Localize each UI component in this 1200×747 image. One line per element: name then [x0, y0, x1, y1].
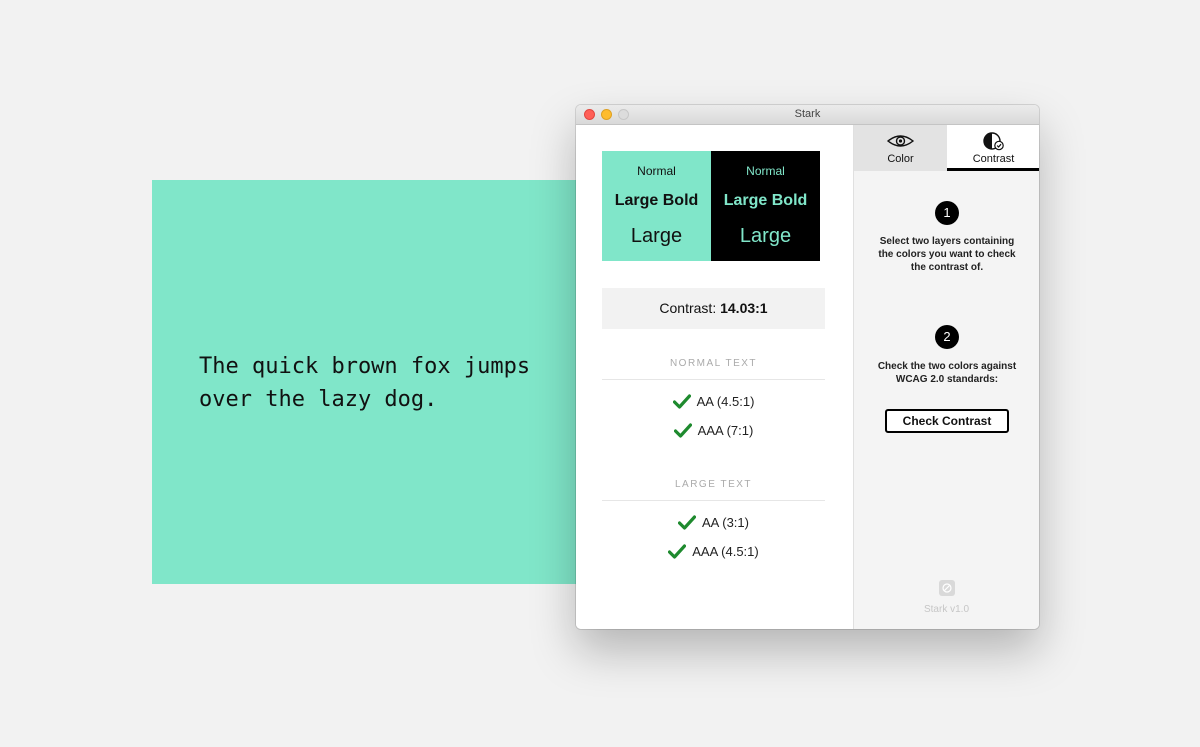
- sample-artboard: The quick brown fox jumps over the lazy …: [152, 180, 592, 584]
- checkmark-icon: [673, 423, 692, 438]
- checkmark-icon: [672, 394, 691, 409]
- preview-dark: Normal Large Bold Large: [711, 151, 820, 261]
- contrast-label: Contrast:: [659, 300, 717, 316]
- contrast-ratio: 14.03:1: [720, 300, 768, 316]
- normal-aaa-label: AAA (7:1): [697, 423, 754, 439]
- normal-aa-label: AA (4.5:1): [696, 394, 755, 410]
- stark-logo-icon: [942, 583, 952, 593]
- preview-dark-large-bold: Large Bold: [723, 192, 808, 209]
- contrast-ratio-box: Contrast: 14.03:1: [602, 288, 825, 329]
- eye-icon: [886, 135, 915, 147]
- large-aa-row: AA (3:1): [602, 514, 825, 530]
- window-title: Stark: [794, 108, 821, 120]
- stark-logo: [939, 580, 955, 596]
- sample-text: The quick brown fox jumps over the lazy …: [199, 354, 531, 412]
- normal-aa-row: AA (4.5:1): [602, 393, 825, 409]
- tab-color-label: Color: [887, 153, 914, 165]
- large-text-heading: LARGE TEXT: [674, 479, 753, 490]
- sidebar-pane: Color Contrast 1 Select two layers conta…: [853, 125, 1039, 629]
- check-contrast-button[interactable]: Check Contrast: [885, 409, 1009, 433]
- tab-contrast-label: Contrast: [972, 153, 1015, 165]
- normal-text-heading: NORMAL TEXT: [669, 358, 758, 369]
- step-2-badge: 2: [935, 325, 959, 349]
- preview-light-large-bold: Large Bold: [614, 192, 699, 209]
- checkmark-icon: [678, 515, 697, 530]
- contrast-icon: [983, 132, 1004, 151]
- large-aa-label: AA (3:1): [702, 515, 749, 531]
- preview-light-large: Large: [630, 225, 683, 247]
- contrast-preview: Normal Large Bold Large Normal Large Bol…: [602, 151, 820, 261]
- stark-window: Stark Normal Large Bold Large Normal Lar…: [576, 105, 1039, 629]
- step-1-badge: 1: [935, 201, 959, 225]
- large-aaa-label: AAA (4.5:1): [692, 544, 759, 560]
- title-bar[interactable]: Stark: [576, 105, 1039, 125]
- version-label: Stark v1.0: [923, 604, 970, 615]
- preview-light: Normal Large Bold Large: [602, 151, 711, 261]
- tab-contrast[interactable]: Contrast: [947, 125, 1039, 171]
- step-1-text: Select two layers containing the colors …: [878, 236, 1016, 273]
- normal-text-divider: [602, 379, 825, 380]
- preview-light-normal: Normal: [637, 164, 676, 178]
- preview-dark-large: Large: [739, 225, 792, 247]
- step-2-text: Check the two colors against WCAG 2.0 st…: [877, 361, 1017, 385]
- preview-dark-normal: Normal: [746, 164, 785, 178]
- checkmark-icon: [668, 544, 687, 559]
- tab-color[interactable]: Color: [854, 125, 947, 171]
- results-pane: Normal Large Bold Large Normal Large Bol…: [576, 125, 853, 629]
- large-text-divider: [602, 500, 825, 501]
- large-aaa-row: AAA (4.5:1): [602, 543, 825, 559]
- normal-aaa-row: AAA (7:1): [602, 422, 825, 438]
